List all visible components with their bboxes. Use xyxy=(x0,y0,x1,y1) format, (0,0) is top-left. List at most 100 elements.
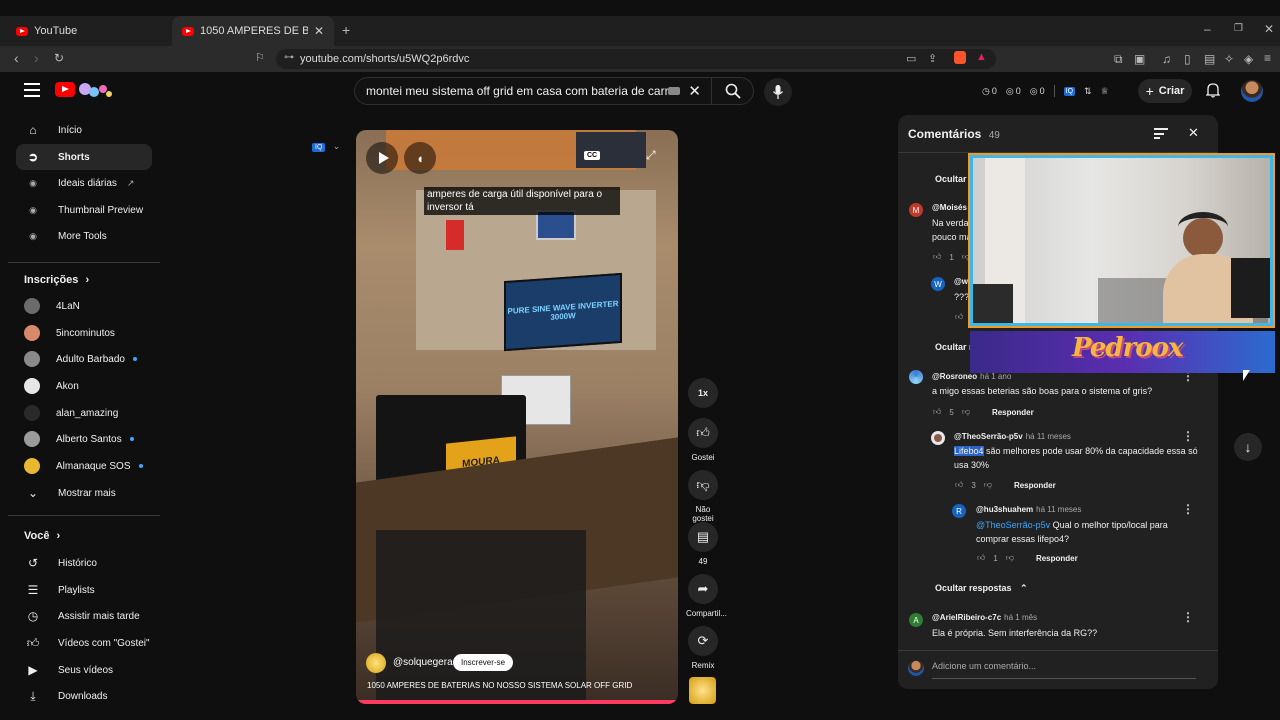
sidebar-item-history[interactable]: ↺ Histórico xyxy=(16,550,152,576)
sidebar-item-shorts[interactable]: ➲ Shorts xyxy=(16,144,152,170)
add-comment-input[interactable]: Adicione um comentário... xyxy=(932,661,1196,679)
wallet-icon[interactable]: ▤ xyxy=(1204,52,1215,66)
sort-icon[interactable] xyxy=(1154,128,1168,139)
vidiq-player-badge[interactable]: IQ ⌄ xyxy=(312,138,340,152)
comment-author[interactable]: @hu3shuahem há 11 meses xyxy=(976,505,1081,514)
url-field[interactable]: ⊶ youtube.com/shorts/u5WQ2p6rdvc ▭ ⇪ ▲ xyxy=(276,49,996,69)
comment-avatar[interactable] xyxy=(909,370,923,384)
comment-menu-icon[interactable]: ⋮ xyxy=(1182,503,1194,515)
comments-button[interactable]: ▤ 49 xyxy=(686,522,720,566)
subscription-item[interactable]: Adulto Barbado xyxy=(16,346,152,372)
comment-menu-icon[interactable]: ⋮ xyxy=(1182,430,1194,442)
volume-button[interactable]: ◖ xyxy=(404,142,436,174)
sidebar-item-playlists[interactable]: ☰ Playlists xyxy=(16,577,152,603)
like-button[interactable]: 👍︎ Gostei xyxy=(686,418,720,462)
sidebar-item-liked-videos[interactable]: 👍︎ Vídeos com "Gostei" xyxy=(16,630,152,656)
comment-menu-icon[interactable]: ⋮ xyxy=(1182,611,1194,623)
fullscreen-icon[interactable]: ⤢ xyxy=(646,148,656,163)
comment-avatar[interactable]: M xyxy=(909,203,923,217)
dislike-button[interactable]: 👎︎ Não gostei xyxy=(686,470,720,523)
sidebar-item-watch-later[interactable]: ◷ Assistir mais tarde xyxy=(16,603,152,629)
trophy-icon[interactable]: ♕ xyxy=(1101,86,1109,97)
vpn-icon[interactable]: ◈ xyxy=(1244,52,1253,66)
menu-icon[interactable]: ≡ xyxy=(1264,51,1271,65)
notifications-button[interactable] xyxy=(1205,82,1221,101)
bookmark-icon[interactable]: ⚐ xyxy=(255,51,265,65)
subscription-item[interactable]: Akon xyxy=(16,373,152,399)
voice-search-button[interactable] xyxy=(764,78,792,106)
captions-button[interactable]: CC xyxy=(584,151,601,160)
extensions-icon[interactable]: ⧉ xyxy=(1114,52,1123,66)
rewards-icon[interactable]: ▲ xyxy=(976,51,987,63)
you-heading[interactable]: Você › xyxy=(24,530,60,542)
close-panel-icon[interactable]: ✕ xyxy=(1188,125,1199,141)
close-tab-icon[interactable]: ✕ xyxy=(314,24,324,38)
subscription-item[interactable]: 4LaN xyxy=(16,293,152,319)
sidebar-item-more-tools[interactable]: ◉ More Tools xyxy=(16,223,152,249)
window-close-icon[interactable]: ✕ xyxy=(1264,22,1274,36)
subscribe-button[interactable]: Inscrever-se xyxy=(453,654,514,671)
clear-search-icon[interactable]: ✕ xyxy=(688,82,701,100)
guide-menu-icon[interactable] xyxy=(24,83,40,97)
hide-replies-button[interactable]: Ocultar r xyxy=(935,342,973,352)
hide-replies-button[interactable]: Ocultar r xyxy=(935,174,973,184)
account-avatar[interactable] xyxy=(1241,80,1263,102)
show-more-button[interactable]: ⌄ Mostrar mais xyxy=(16,480,152,506)
reply-button[interactable]: Responder xyxy=(1014,481,1056,490)
comment-author[interactable]: @TheoSerrão-p5v há 11 meses xyxy=(954,432,1071,441)
sidebar-item-home[interactable]: ⌂ Início xyxy=(16,117,152,143)
leo-icon[interactable]: ✧ xyxy=(1224,52,1234,66)
like-icon[interactable]: 👍︎ xyxy=(955,480,963,490)
comment-avatar[interactable] xyxy=(931,431,945,445)
tab-youtube[interactable]: YouTube xyxy=(6,16,166,46)
screenshot-icon[interactable]: ▣ xyxy=(1134,52,1145,66)
next-short-button[interactable]: ↓ xyxy=(1234,433,1262,461)
channel-avatar[interactable] xyxy=(366,653,386,673)
comment-avatar[interactable]: R xyxy=(952,504,966,518)
mention-link[interactable]: @TheoSerrão-p5v xyxy=(976,520,1050,530)
comment-author[interactable]: @Moisés xyxy=(932,203,967,212)
subscription-item[interactable]: Alberto Santos xyxy=(16,426,152,452)
sidebar-icon[interactable]: ▯ xyxy=(1184,52,1191,66)
cast-icon[interactable]: ▭ xyxy=(906,52,916,65)
playback-speed-button[interactable]: 1x xyxy=(686,378,720,413)
remix-button[interactable]: ⟳ Remix xyxy=(686,626,720,670)
like-icon[interactable]: 👍︎ xyxy=(955,312,963,322)
shorts-video-player[interactable]: PURE SINE WAVE INVERTER 3000W MOURA ◖ CC… xyxy=(356,130,678,704)
reload-icon[interactable]: ↻ xyxy=(54,51,64,65)
search-button[interactable] xyxy=(711,77,753,105)
media-icon[interactable]: ♫ xyxy=(1162,52,1171,66)
video-title[interactable]: 1050 AMPERES DE BATERIAS NO NOSSO SISTEM… xyxy=(367,681,632,690)
hide-replies-button[interactable]: Ocultar respostas ⌃ xyxy=(935,583,1028,594)
back-icon[interactable]: ‹ xyxy=(14,51,19,65)
comment-author[interactable]: @Rosroneo há 1 ano xyxy=(932,372,1011,381)
youtube-logo[interactable] xyxy=(55,82,75,97)
sidebar-item-ideas[interactable]: ◉ Ideais diárias ↗ xyxy=(16,170,152,196)
share-page-icon[interactable]: ⇪ xyxy=(928,52,937,65)
comment-avatar[interactable]: W xyxy=(931,277,945,291)
channel-name[interactable]: @solquegera xyxy=(393,657,453,668)
site-info-icon[interactable]: ⊶ xyxy=(284,52,294,63)
comment-author[interactable]: @ArielRibeiro-c7c há 1 mês xyxy=(932,613,1037,622)
forward-icon[interactable]: › xyxy=(34,51,39,65)
restore-icon[interactable]: ❐ xyxy=(1234,22,1243,36)
brave-shield-icon[interactable] xyxy=(954,51,966,64)
sidebar-item-your-videos[interactable]: ▶ Seus vídeos xyxy=(16,657,152,683)
like-icon[interactable]: 👍︎ xyxy=(933,252,941,262)
reply-button[interactable]: Responder xyxy=(1036,554,1078,563)
sidebar-item-thumbnail-preview[interactable]: ◉ Thumbnail Preview xyxy=(16,197,152,223)
create-button[interactable]: + Criar xyxy=(1138,79,1192,103)
subscriptions-heading[interactable]: Inscrições › xyxy=(24,274,89,286)
keyboard-icon[interactable] xyxy=(668,87,681,95)
play-button[interactable] xyxy=(366,142,398,174)
share-button[interactable]: ➦ Compartil... xyxy=(686,574,727,618)
subscription-item[interactable]: alan_amazing xyxy=(16,400,152,426)
new-tab-icon[interactable]: + xyxy=(342,23,350,37)
like-icon[interactable]: 👍︎ xyxy=(977,553,985,563)
translate-icon[interactable]: ⇅ xyxy=(1084,86,1092,97)
subscription-item[interactable]: 5incominutos xyxy=(16,320,152,346)
dislike-icon[interactable]: 👎︎ xyxy=(962,252,970,262)
like-icon[interactable]: 👍︎ xyxy=(933,407,941,417)
dislike-icon[interactable]: 👎︎ xyxy=(962,407,970,417)
sound-thumbnail[interactable] xyxy=(689,677,716,704)
